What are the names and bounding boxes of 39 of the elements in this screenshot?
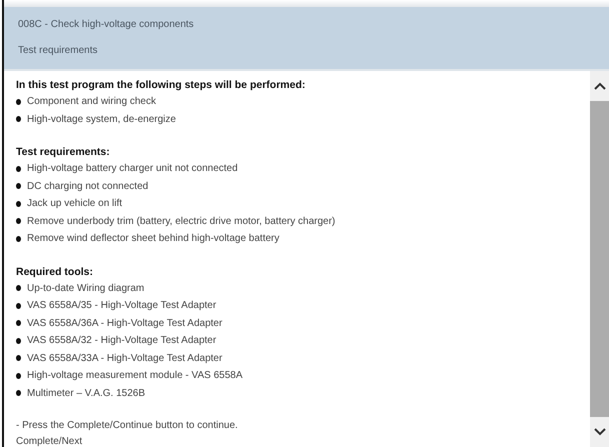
bullet-icon bbox=[16, 218, 21, 224]
procedure-title: 008C - Check high-voltage components bbox=[18, 18, 194, 30]
bullet-icon bbox=[16, 302, 21, 309]
bullet-icon bbox=[16, 390, 21, 396]
section-heading: Test requirements: bbox=[16, 145, 110, 160]
bullet-icon bbox=[16, 98, 21, 105]
list-item: Multimeter – V.A.G. 1526B bbox=[27, 388, 146, 399]
instruction-text: - Press the Complete/Continue button to continue. bbox=[16, 419, 238, 433]
list-item: VAS 6558A/36A - High-Voltage Test Adapter bbox=[27, 318, 222, 329]
list-item: Jack up vehicle on lift bbox=[27, 198, 122, 210]
list-item: Remove underbody trim (battery, electric drive motor, battery charger) bbox=[27, 216, 336, 227]
bullet-icon bbox=[16, 236, 21, 242]
section-subtitle: Test requirements bbox=[18, 44, 98, 56]
bullet-icon bbox=[16, 116, 21, 122]
instruction-text: Complete/Next bbox=[16, 435, 82, 447]
list-item: Up-to-date Wiring diagram bbox=[27, 282, 144, 294]
list-item: VAS 6558A/33A - High-Voltage Test Adapter bbox=[27, 352, 222, 364]
bullet-icon bbox=[16, 183, 21, 190]
list-item: DC charging not connected bbox=[27, 180, 148, 192]
list-item: VAS 6558A/35 - High-Voltage Test Adapter bbox=[27, 300, 216, 312]
bullet-icon bbox=[16, 355, 21, 362]
bullet-icon bbox=[16, 166, 21, 172]
list-item: VAS 6558A/32 - High-Voltage Test Adapter bbox=[27, 335, 216, 346]
list-item: High-voltage system, de-energize bbox=[27, 114, 176, 125]
scroll-thumb[interactable] bbox=[590, 101, 609, 417]
bullet-icon bbox=[16, 320, 21, 326]
scroll-up-icon[interactable] bbox=[594, 82, 606, 90]
bullet-icon bbox=[16, 285, 21, 292]
list-item: High-voltage measurement module - VAS 6558A bbox=[27, 370, 242, 382]
list-item: High-voltage battery charger unit not connected bbox=[27, 163, 238, 174]
scrollbar[interactable] bbox=[590, 71, 609, 447]
section-heading: Required tools: bbox=[16, 264, 94, 280]
section-heading: In this test program the following steps will be performed: bbox=[16, 78, 306, 93]
list-item: Component and wiring check bbox=[27, 96, 156, 108]
scroll-down-icon[interactable] bbox=[594, 428, 606, 436]
bullet-icon bbox=[16, 338, 21, 344]
bullet-icon bbox=[16, 372, 21, 379]
list-item: Remove wind deflector sheet behind high-voltage battery bbox=[27, 233, 280, 244]
bullet-icon bbox=[16, 200, 21, 207]
